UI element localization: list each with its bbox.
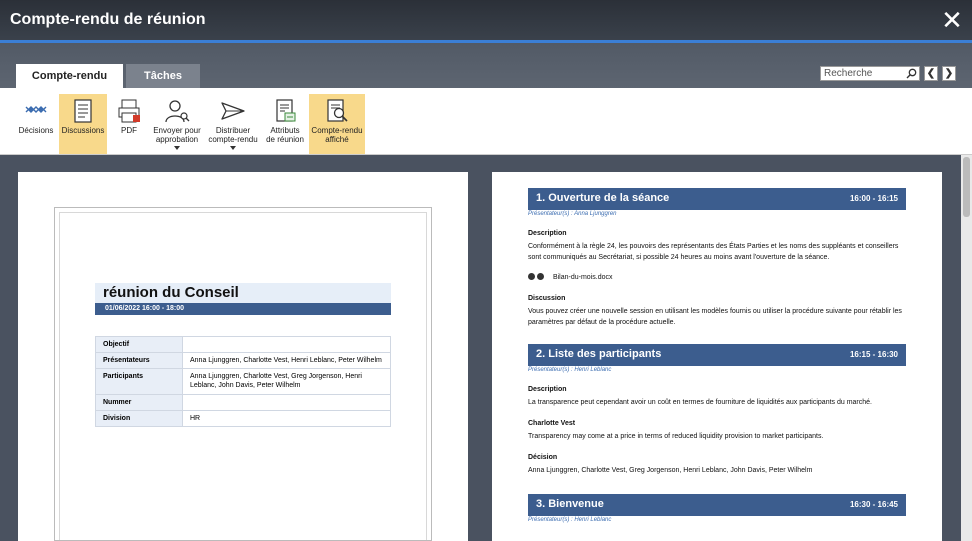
distribuer-button[interactable]: Distribuer compte-rendu [207, 94, 259, 154]
row-value: Anna Ljunggren, Charlotte Vest, Greg Jor… [182, 368, 391, 395]
comment-text: Transparency may come at a price in term… [528, 433, 824, 440]
table-row: Nummer [95, 394, 391, 411]
attributs-button[interactable]: Attributs de réunion [262, 94, 308, 154]
pdf-label: PDF [121, 126, 137, 135]
window-title: Compte-rendu de réunion [10, 11, 206, 28]
table-row: Division HR [95, 410, 391, 427]
section-time: 16:30 - 16:45 [849, 500, 898, 509]
section-title: 2. Liste des participants [536, 348, 662, 360]
attributes-icon [276, 99, 296, 122]
pdf-button[interactable]: PDF [110, 94, 148, 154]
affiche-label-line1: Compte-rendu [311, 126, 363, 135]
search-input[interactable]: Recherche [820, 66, 920, 81]
description-text: Conformément à la règle 24, les pouvoirs… [528, 243, 899, 261]
affiche-label-line2: affiché [325, 135, 349, 144]
distribuer-label-line1: Distribuer [215, 126, 251, 135]
next-button[interactable]: ❯ [942, 66, 956, 81]
discussion-label: Discussion [528, 295, 566, 302]
envoyer-approbation-button[interactable]: Envoyer pour approbation [150, 94, 204, 154]
row-key: Participants [95, 368, 183, 395]
section-presenter: Présentateur(s) : Henri Leblanc [528, 367, 612, 373]
decision-label: Décision [528, 454, 558, 461]
meeting-title: réunion du Conseil [95, 283, 391, 303]
agenda-section-header: 3. Bienvenue 16:30 - 16:45 [528, 494, 906, 516]
tab-taches[interactable]: Tâches [126, 64, 200, 88]
title-bar: Compte-rendu de réunion ✕ [0, 0, 972, 40]
attributs-label-line2: de réunion [266, 135, 304, 144]
row-key: Division [95, 410, 183, 427]
user-search-icon [165, 100, 190, 123]
send-icon [221, 102, 245, 120]
attachment-name[interactable]: Bilan-du-mois.docx [553, 274, 613, 281]
description-text: La transparence peut cependant avoir un … [528, 399, 872, 406]
row-value [182, 394, 391, 411]
section-presenter: Présentateur(s) : Anna Ljunggren [528, 211, 617, 217]
table-row: Objectif [95, 336, 391, 353]
decisions-icon [25, 106, 47, 113]
tab-bar: Compte-rendu Tâches Recherche ❮ ❯ [0, 43, 972, 88]
cover-frame: réunion du Conseil 01/06/2022 16:00 - 18… [54, 207, 432, 541]
decision-text: Anna Ljunggren, Charlotte Vest, Greg Jor… [528, 467, 813, 474]
compte-rendu-affiche-button[interactable]: Compte-rendu affiché [309, 94, 365, 154]
section-title: 3. Bienvenue [536, 498, 604, 510]
comment-author: Charlotte Vest [528, 420, 576, 427]
description-label: Description [528, 386, 567, 393]
discussion-text: Vous pouvez créer une nouvelle session e… [528, 308, 902, 326]
decisions-label: Décisions [18, 126, 54, 135]
description-label: Description [528, 230, 567, 237]
table-row: Participants Anna Ljunggren, Charlotte Ve… [95, 368, 391, 395]
ribbon-toolbar: Décisions Discussions PDF Envoyer pour a… [0, 88, 972, 155]
attachment-icon [528, 273, 535, 280]
table-row: Présentateurs Anna Ljunggren, Charlotte V… [95, 352, 391, 369]
row-key: Présentateurs [95, 352, 183, 369]
search-icon[interactable] [906, 68, 917, 79]
scrollbar-thumb[interactable] [963, 157, 970, 217]
agenda-page: 1. Ouverture de la séance 16:00 - 16:15 … [492, 172, 942, 541]
meeting-date: 01/06/2022 16:00 - 18:00 [95, 303, 391, 315]
decisions-button[interactable]: Décisions [16, 94, 56, 154]
vertical-scrollbar[interactable] [961, 155, 972, 541]
section-presenter: Présentateur(s) : Henri Leblanc [528, 517, 612, 523]
discussions-button[interactable]: Discussions [59, 94, 107, 154]
meeting-info-table: Objectif Présentateurs Anna Ljunggren, Ch… [95, 336, 391, 427]
cover-page: réunion du Conseil 01/06/2022 16:00 - 18… [18, 172, 468, 541]
close-icon[interactable]: ✕ [938, 6, 966, 34]
search-placeholder: Recherche [824, 68, 873, 79]
preview-icon [327, 99, 348, 122]
attachment[interactable]: Bilan-du-mois.docx [528, 273, 612, 281]
section-title: 1. Ouverture de la séance [536, 192, 670, 204]
envoyer-label-line2: approbation [155, 135, 199, 144]
discussions-icon [74, 99, 92, 123]
row-value: HR [182, 410, 391, 427]
chevron-down-icon[interactable] [230, 146, 236, 150]
section-time: 16:00 - 16:15 [849, 194, 898, 203]
row-value: Anna Ljunggren, Charlotte Vest, Henri Le… [182, 352, 391, 369]
previous-button[interactable]: ❮ [924, 66, 938, 81]
lock-icon [537, 273, 544, 280]
attributs-label-line1: Attributs [270, 126, 300, 135]
distribuer-label-line2: compte-rendu [208, 135, 258, 144]
row-value [182, 336, 391, 353]
row-key: Nummer [95, 394, 183, 411]
agenda-section-header: 1. Ouverture de la séance 16:00 - 16:15 [528, 188, 906, 210]
row-key: Objectif [95, 336, 183, 353]
pdf-icon [118, 99, 140, 123]
discussions-label: Discussions [61, 126, 105, 135]
section-time: 16:15 - 16:30 [849, 350, 898, 359]
envoyer-label-line1: Envoyer pour [153, 126, 201, 135]
agenda-section-header: 2. Liste des participants 16:15 - 16:30 [528, 344, 906, 366]
chevron-down-icon[interactable] [174, 146, 180, 150]
document-workspace: réunion du Conseil 01/06/2022 16:00 - 18… [0, 155, 972, 541]
tab-compte-rendu[interactable]: Compte-rendu [16, 64, 123, 88]
